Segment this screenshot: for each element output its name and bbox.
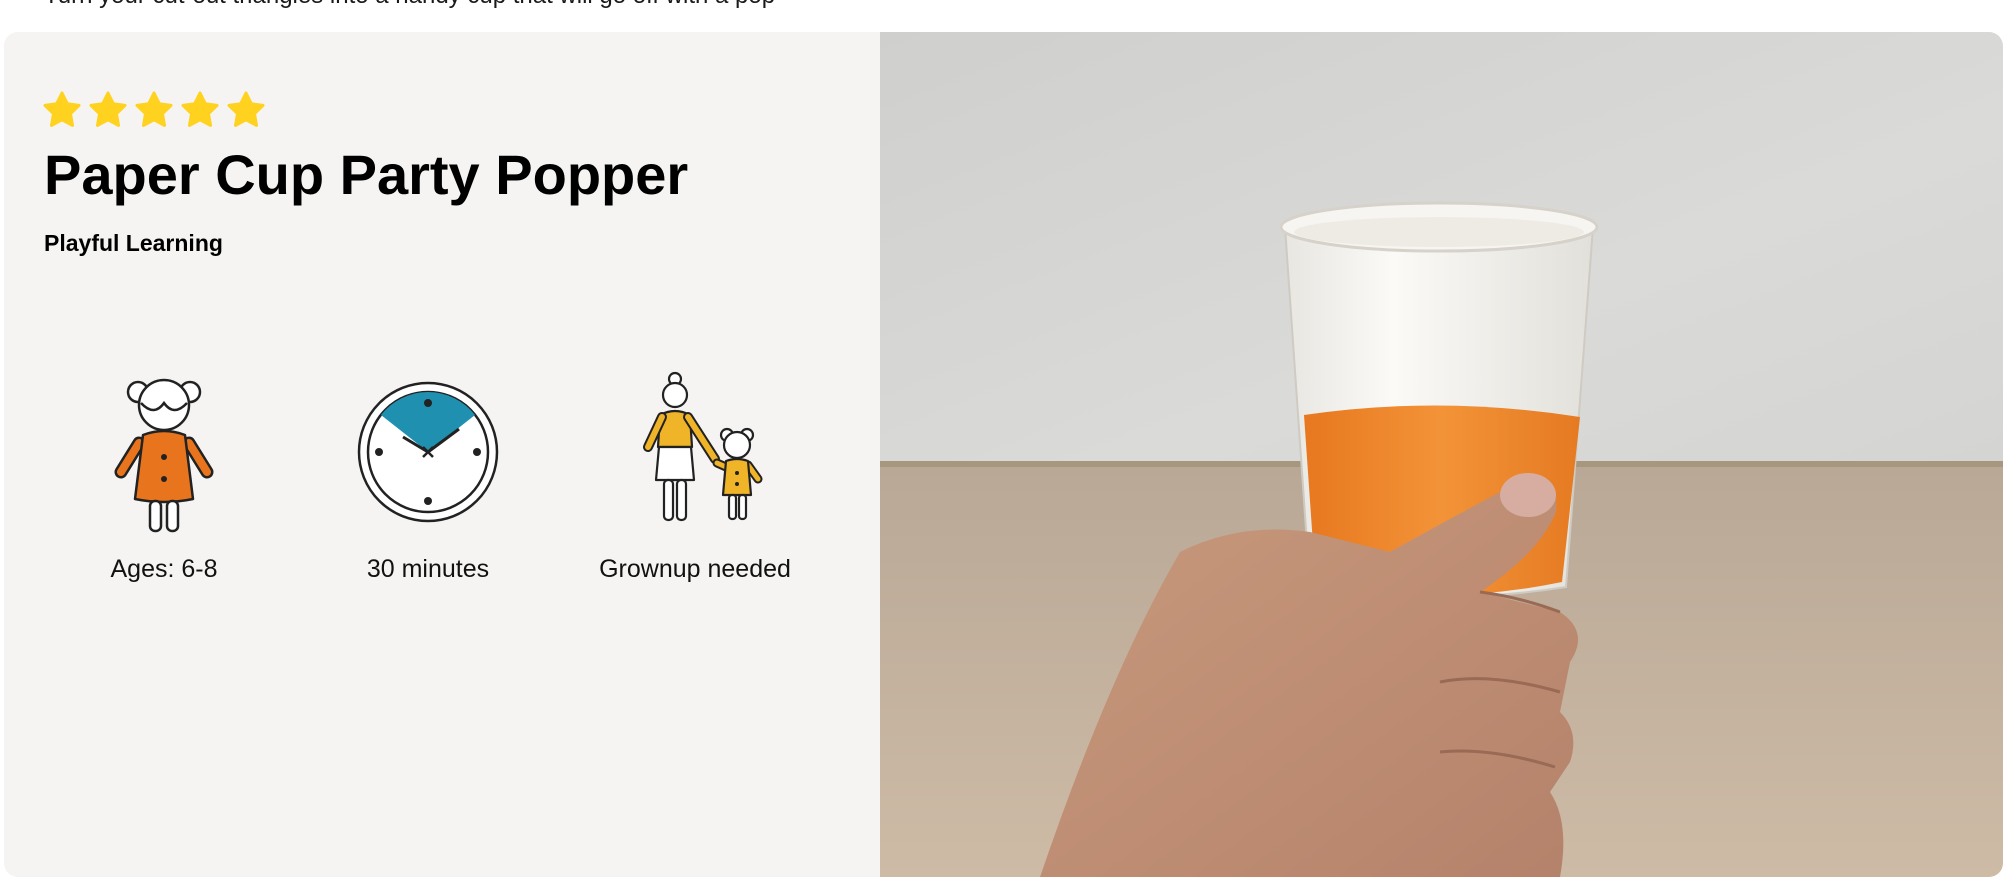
grownup-with-child-icon	[643, 371, 763, 522]
star-icon	[227, 91, 265, 127]
activity-photo	[880, 32, 2003, 877]
child-icon	[114, 378, 214, 533]
clock-icon	[357, 381, 499, 523]
activity-category: Playful Learning	[44, 230, 223, 256]
star-icon	[181, 91, 219, 127]
star-icon	[89, 91, 127, 127]
star-icon	[135, 91, 173, 127]
activity-info-panel: Paper Cup Party Popper Playful Learning	[4, 32, 880, 877]
feature-ages-label: Ages: 6-8	[110, 555, 218, 583]
star-rating	[42, 90, 266, 130]
feature-supervision-label: Grownup needed	[599, 555, 791, 583]
activity-features: Ages: 6-8 30 minutes Grownup needed	[44, 367, 844, 597]
feature-ages: Ages: 6-8	[44, 367, 284, 584]
feature-supervision: Grownup needed	[575, 367, 815, 584]
feature-duration: 30 minutes	[308, 367, 548, 584]
activity-title: Paper Cup Party Popper	[44, 143, 689, 206]
activity-page: Turn your cut-out triangles into a handy…	[0, 0, 2005, 895]
star-icon	[43, 91, 81, 127]
intro-text: Turn your cut-out triangles into a handy…	[44, 0, 775, 8]
paper-cup-photo	[880, 32, 2003, 877]
activity-card: Paper Cup Party Popper Playful Learning	[4, 32, 2003, 877]
feature-duration-label: 30 minutes	[366, 555, 490, 583]
